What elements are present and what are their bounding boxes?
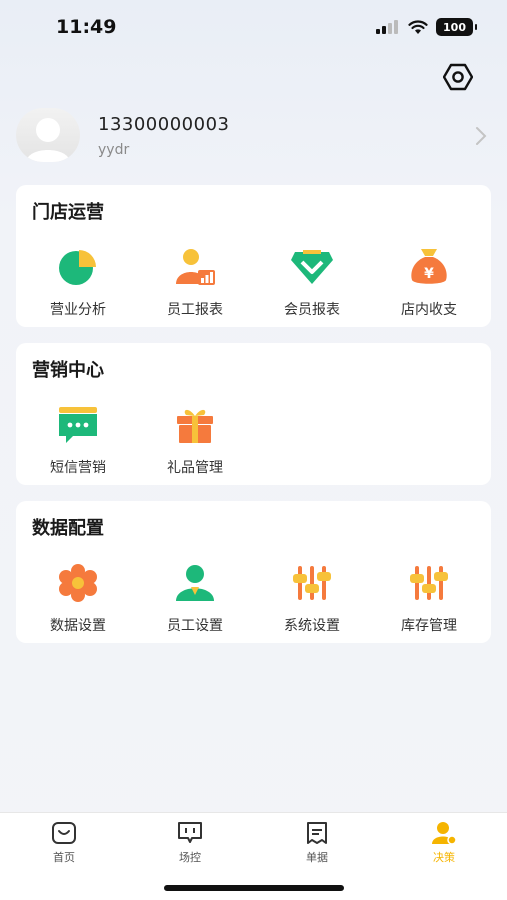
menu-item-system-settings[interactable]: 系统设置 xyxy=(254,559,370,643)
tab-decision[interactable]: 决策 xyxy=(404,821,484,865)
menu-item-label: 会员报表 xyxy=(284,302,340,318)
staff-chart-icon xyxy=(176,249,215,285)
svg-text:¥: ¥ xyxy=(424,266,434,282)
sms-icon xyxy=(59,407,97,443)
card-store-operations: 门店运营 营业分析 员工报表 会员报表 ¥ 店内收支 xyxy=(16,185,491,327)
monitor-icon xyxy=(178,822,202,843)
chevron-right-icon xyxy=(476,127,487,145)
profile-username: yydr xyxy=(98,142,130,158)
section-title: 数据配置 xyxy=(32,518,104,539)
avatar[interactable] xyxy=(16,108,80,162)
menu-item-inventory-management[interactable]: 库存管理 xyxy=(371,559,487,643)
document-icon xyxy=(307,822,327,844)
person-icon xyxy=(432,822,457,845)
tab-label: 首页 xyxy=(53,851,75,864)
staff-icon xyxy=(176,565,214,601)
hexagon-gear-icon xyxy=(443,63,473,91)
home-icon xyxy=(52,822,76,844)
menu-item-label: 系统设置 xyxy=(284,618,340,634)
menu-item-sms-marketing[interactable]: 短信营销 xyxy=(20,401,136,485)
pie-chart-icon xyxy=(59,250,96,285)
menu-item-member-report[interactable]: 会员报表 xyxy=(254,243,370,327)
sliders-icon xyxy=(293,566,331,600)
money-bag-icon: ¥ xyxy=(411,249,447,284)
menu-item-label: 库存管理 xyxy=(401,618,457,634)
menu-item-gift-management[interactable]: 礼品管理 xyxy=(137,401,253,485)
tab-label: 场控 xyxy=(179,851,201,864)
profile-phone: 13300000003 xyxy=(98,114,230,135)
tab-venue-control[interactable]: 场控 xyxy=(150,821,230,865)
card-data-config: 数据配置 数据设置 员工设置 系统设置 库存管理 xyxy=(16,501,491,643)
status-bar: 11:49 100 xyxy=(0,0,507,56)
tab-label: 决策 xyxy=(433,851,455,864)
settings-button[interactable] xyxy=(441,60,475,94)
home-indicator xyxy=(164,885,344,891)
menu-item-label: 礼品管理 xyxy=(167,460,223,476)
section-grid: 营业分析 员工报表 会员报表 ¥ 店内收支 xyxy=(16,243,491,327)
profile-row[interactable]: 13300000003 yydr xyxy=(16,108,491,166)
menu-item-staff-settings[interactable]: 员工设置 xyxy=(137,559,253,643)
section-grid: 数据设置 员工设置 系统设置 库存管理 xyxy=(16,559,491,643)
member-diamond-icon xyxy=(291,250,333,284)
section-grid: 短信营销 礼品管理 xyxy=(16,401,491,485)
tab-documents[interactable]: 单据 xyxy=(277,821,357,865)
menu-item-label: 店内收支 xyxy=(401,302,457,318)
menu-item-label: 员工设置 xyxy=(167,618,223,634)
tab-home[interactable]: 首页 xyxy=(24,821,104,865)
menu-item-store-finance[interactable]: ¥ 店内收支 xyxy=(371,243,487,327)
menu-item-label: 员工报表 xyxy=(167,302,223,318)
avatar-placeholder-icon xyxy=(26,118,70,162)
menu-item-staff-report[interactable]: 员工报表 xyxy=(137,243,253,327)
wifi-icon xyxy=(408,19,428,34)
battery-level: 100 xyxy=(443,20,466,34)
menu-item-business-analysis[interactable]: 营业分析 xyxy=(20,243,136,327)
card-marketing-center: 营销中心 短信营销 礼品管理 xyxy=(16,343,491,485)
section-title: 营销中心 xyxy=(32,360,104,381)
battery-icon: 100 xyxy=(436,18,477,36)
menu-item-data-settings[interactable]: 数据设置 xyxy=(20,559,136,643)
tab-label: 单据 xyxy=(306,851,328,864)
menu-item-label: 短信营销 xyxy=(50,460,106,476)
status-time: 11:49 xyxy=(56,16,117,38)
menu-item-label: 数据设置 xyxy=(50,618,106,634)
signal-icon xyxy=(376,20,398,34)
sliders-icon xyxy=(410,566,448,600)
flower-gear-icon xyxy=(59,564,97,602)
menu-item-label: 营业分析 xyxy=(50,302,106,318)
gift-icon xyxy=(177,409,213,443)
section-title: 门店运营 xyxy=(32,202,104,223)
status-indicators: 100 xyxy=(376,18,477,36)
